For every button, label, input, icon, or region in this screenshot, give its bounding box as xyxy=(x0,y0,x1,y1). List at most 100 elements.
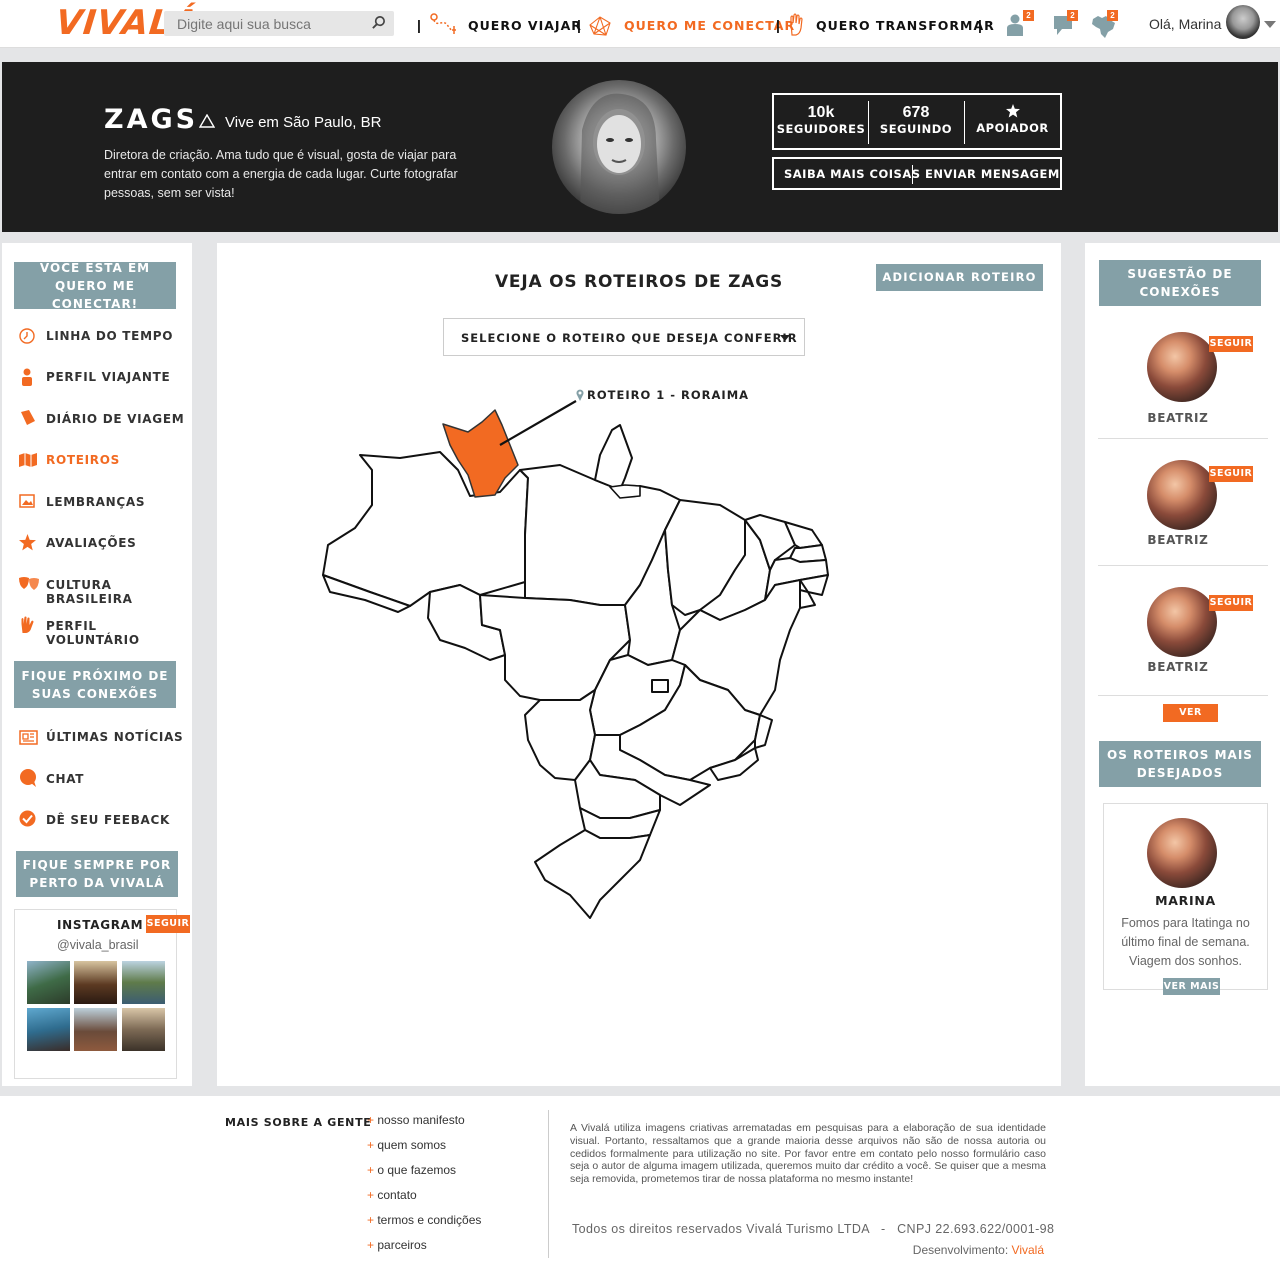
see-more-routes-button[interactable]: VER MAIS xyxy=(1163,978,1220,995)
map-icon xyxy=(19,453,37,467)
sidebar-item-ultimas-noticias[interactable]: ÚLTIMAS NOTÍCIAS xyxy=(46,730,183,744)
check-icon xyxy=(19,810,36,827)
following-count: 678 xyxy=(902,104,930,121)
instagram-photo[interactable] xyxy=(74,1008,117,1051)
footer-rights: Todos os direitos reservados Vivalá Turi… xyxy=(572,1222,1055,1236)
instagram-photo[interactable] xyxy=(27,961,70,1004)
sidebar-item-cultura-brasileira[interactable]: CULTURA BRASILEIRA xyxy=(46,578,192,606)
current-section-banner: VOCÊ ESTÁ EM QUERO ME CONECTAR! xyxy=(14,261,176,311)
map-badge: 2 xyxy=(1107,10,1118,21)
user-greeting[interactable]: Olá, Marina xyxy=(1149,16,1221,32)
instagram-photo[interactable] xyxy=(122,961,165,1004)
supporter-stat[interactable]: APOIADOR xyxy=(965,95,1060,148)
sidebar-item-lembrancas[interactable]: LEMBRANÇAS xyxy=(46,495,145,509)
footer-link[interactable]: + nosso manifesto xyxy=(367,1113,465,1127)
sidebar-item-feedback[interactable]: DÊ SEU FEEBACK xyxy=(46,813,170,827)
connections-banner: FIQUE PRÓXIMO DE SUAS CONEXÕES xyxy=(14,661,176,708)
search-icon[interactable] xyxy=(371,15,386,30)
network-icon xyxy=(589,16,611,36)
profile-photo xyxy=(552,80,686,214)
wished-route-card: MARINA Fomos para Itatinga no último fin… xyxy=(1103,803,1268,995)
followers-stat[interactable]: 10k SEGUIDORES xyxy=(774,95,868,148)
sidebar-item-roteiros[interactable]: ROTEIROS xyxy=(46,453,120,467)
footer-link[interactable]: + parceiros xyxy=(367,1238,427,1252)
send-message-button[interactable]: ENVIAR MENSAGEM xyxy=(925,167,1060,181)
search-box[interactable] xyxy=(164,11,394,36)
instagram-follow-button[interactable]: SEGUIR xyxy=(146,915,190,933)
nav-quero-viajar[interactable]: QUERO VIAJAR xyxy=(468,18,582,33)
search-input[interactable] xyxy=(164,11,364,36)
nav-separator: | xyxy=(978,17,982,33)
sidebar-item-perfil-voluntario[interactable]: PERFIL VOLUNTÁRIO xyxy=(46,619,192,647)
following-stat[interactable]: 678 SEGUINDO xyxy=(869,95,963,148)
footer-link[interactable]: + contato xyxy=(367,1188,417,1202)
profile-icon[interactable] xyxy=(1006,14,1024,36)
follow-button[interactable]: SEGUIR xyxy=(1209,336,1253,352)
person-icon xyxy=(22,368,32,386)
profile-badge: 2 xyxy=(1023,10,1034,21)
follow-button[interactable]: SEGUIR xyxy=(1209,466,1253,482)
developer-link[interactable]: Vivalá xyxy=(1012,1243,1044,1257)
add-route-button[interactable]: ADICIONAR ROTEIRO xyxy=(876,264,1043,291)
divider xyxy=(1098,695,1268,696)
suggestion-avatar[interactable] xyxy=(1147,332,1217,402)
state-amapa xyxy=(594,424,633,491)
more-info-button[interactable]: SAIBA MAIS COISAS xyxy=(784,167,921,181)
divider xyxy=(1098,565,1268,566)
star-icon xyxy=(1005,104,1020,118)
suggestion-name[interactable]: BEATRIZ xyxy=(1098,533,1258,547)
wished-routes-banner: OS ROTEIROS MAIS DESEJADOS xyxy=(1099,741,1261,787)
top-bar: VIVALÁ | QUERO VIAJAR | QUERO ME CONECTA… xyxy=(0,0,1280,48)
masks-icon xyxy=(19,577,39,590)
following-label: SEGUINDO xyxy=(879,122,953,136)
route-select[interactable]: SELECIONE O ROTEIRO QUE DESEJA CONFERIR xyxy=(443,318,805,356)
user-avatar[interactable] xyxy=(1226,5,1260,39)
sidebar-item-perfil-viajante[interactable]: PERFIL VIAJANTE xyxy=(46,370,170,384)
profile-header: ZAGS Vive em São Paulo, BR Diretora de c… xyxy=(2,62,1278,232)
footer-link[interactable]: + quem somos xyxy=(367,1138,446,1152)
instagram-title: INSTAGRAM xyxy=(57,918,144,932)
newspaper-icon xyxy=(19,730,38,745)
follow-button[interactable]: SEGUIR xyxy=(1209,595,1253,611)
footer-link[interactable]: + o que fazemos xyxy=(367,1163,456,1177)
instagram-handle[interactable]: @vivala_brasil xyxy=(57,938,138,952)
sidebar-item-chat[interactable]: CHAT xyxy=(46,772,84,786)
clock-icon xyxy=(19,328,35,344)
chevron-down-icon xyxy=(780,335,790,341)
card-avatar[interactable] xyxy=(1147,818,1217,888)
instagram-photo[interactable] xyxy=(74,961,117,1004)
nav-separator: | xyxy=(776,17,780,33)
instagram-photo[interactable] xyxy=(122,1008,165,1051)
footer-heading: MAIS SOBRE A GENTE xyxy=(225,1116,372,1129)
footer-divider xyxy=(548,1110,549,1258)
chevron-down-icon[interactable] xyxy=(1264,21,1276,28)
nav-quero-transformar[interactable]: QUERO TRANSFORMAR xyxy=(816,18,995,33)
nav-separator: | xyxy=(417,17,421,33)
vivala-banner: FIQUE SEMPRE POR PERTO DA VIVALÁ xyxy=(16,851,178,897)
suggestion-avatar[interactable] xyxy=(1147,587,1217,657)
suggestion-name[interactable]: BEATRIZ xyxy=(1098,411,1258,425)
chat-icon xyxy=(20,769,36,787)
sidebar-item-avaliacoes[interactable]: AVALIAÇÕES xyxy=(46,536,136,550)
hand-icon xyxy=(21,616,34,633)
suggestion-avatar[interactable] xyxy=(1147,460,1217,530)
triangle-icon xyxy=(199,114,215,128)
instagram-widget: INSTAGRAM SEGUIR @vivala_brasil xyxy=(14,909,190,1079)
card-name: MARINA xyxy=(1155,893,1216,908)
followers-label: SEGUIDORES xyxy=(776,122,866,136)
callout-line xyxy=(499,400,577,446)
footer: MAIS SOBRE A GENTE + nosso manifesto + q… xyxy=(0,1096,1280,1270)
see-more-suggestions-button[interactable]: VER MAIS xyxy=(1163,704,1218,736)
supporter-label: APOIADOR xyxy=(976,121,1049,135)
nav-quero-me-conectar[interactable]: QUERO ME CONECTAR xyxy=(624,18,795,33)
footer-link[interactable]: + termos e condições xyxy=(367,1213,481,1227)
profile-location: Vive em São Paulo, BR xyxy=(225,114,382,131)
state-df xyxy=(651,679,669,693)
sidebar-item-diario-de-viagem[interactable]: DIÁRIO DE VIAGEM xyxy=(46,412,184,426)
suggestions-banner: SUGESTÃO DE CONEXÕES xyxy=(1099,260,1261,306)
footer-disclaimer: A Vivalá utiliza imagens criativas arrem… xyxy=(570,1122,1046,1186)
divider xyxy=(1098,438,1268,439)
sidebar-item-linha-do-tempo[interactable]: LINHA DO TEMPO xyxy=(46,329,173,343)
suggestion-name[interactable]: BEATRIZ xyxy=(1098,660,1258,674)
instagram-photo[interactable] xyxy=(27,1008,70,1051)
